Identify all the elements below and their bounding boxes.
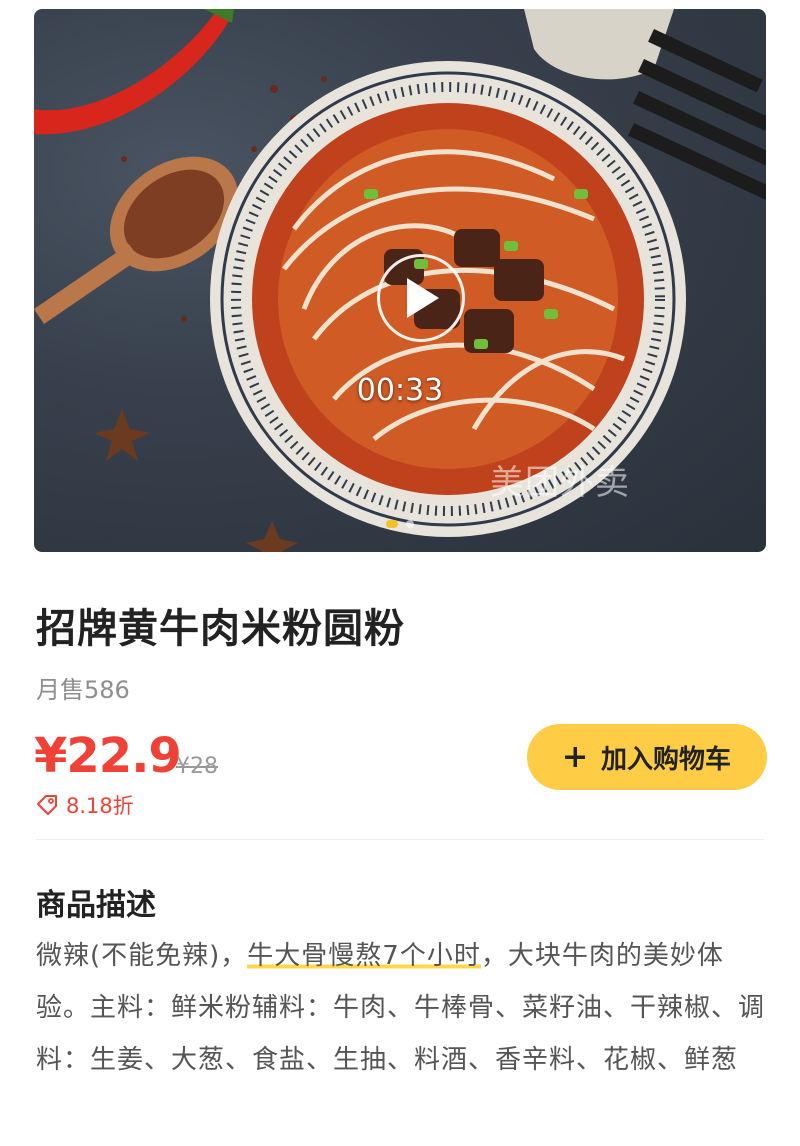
- original-price: ¥28: [176, 754, 218, 779]
- product-title: 招牌黄牛肉米粉圆粉: [36, 606, 405, 652]
- tag-icon: [37, 795, 57, 815]
- play-icon: [407, 278, 439, 318]
- discount-label: 8.18折: [66, 794, 134, 818]
- product-video[interactable]: 00:33 美团外卖: [34, 9, 766, 552]
- section-divider: [36, 839, 764, 840]
- description-text: 微辣(不能免辣)，牛大骨慢熬7个小时，大块牛肉的美妙体验。主料：鲜米粉辅料：牛肉…: [36, 930, 768, 1086]
- add-to-cart-label: 加入购物车: [600, 744, 731, 775]
- description-highlight: 牛大骨慢熬7个小时: [247, 941, 481, 971]
- watermark-logo: 美团外卖: [490, 463, 630, 503]
- monthly-sales: 月售586: [36, 676, 130, 704]
- current-price: ¥22.9: [34, 728, 182, 784]
- plus-icon: [564, 747, 585, 767]
- carousel-dot-active[interactable]: [386, 520, 398, 528]
- carousel-dot[interactable]: [406, 520, 414, 528]
- description-heading: 商品描述: [36, 888, 156, 923]
- add-to-cart-button[interactable]: 加入购物车: [527, 724, 767, 790]
- video-duration: 00:33: [356, 373, 444, 408]
- description-part-1: 微辣(不能免辣)，: [36, 941, 248, 971]
- carousel-indicator: [34, 513, 766, 532]
- discount-badge: 8.18折: [36, 790, 134, 820]
- play-button[interactable]: [377, 254, 465, 342]
